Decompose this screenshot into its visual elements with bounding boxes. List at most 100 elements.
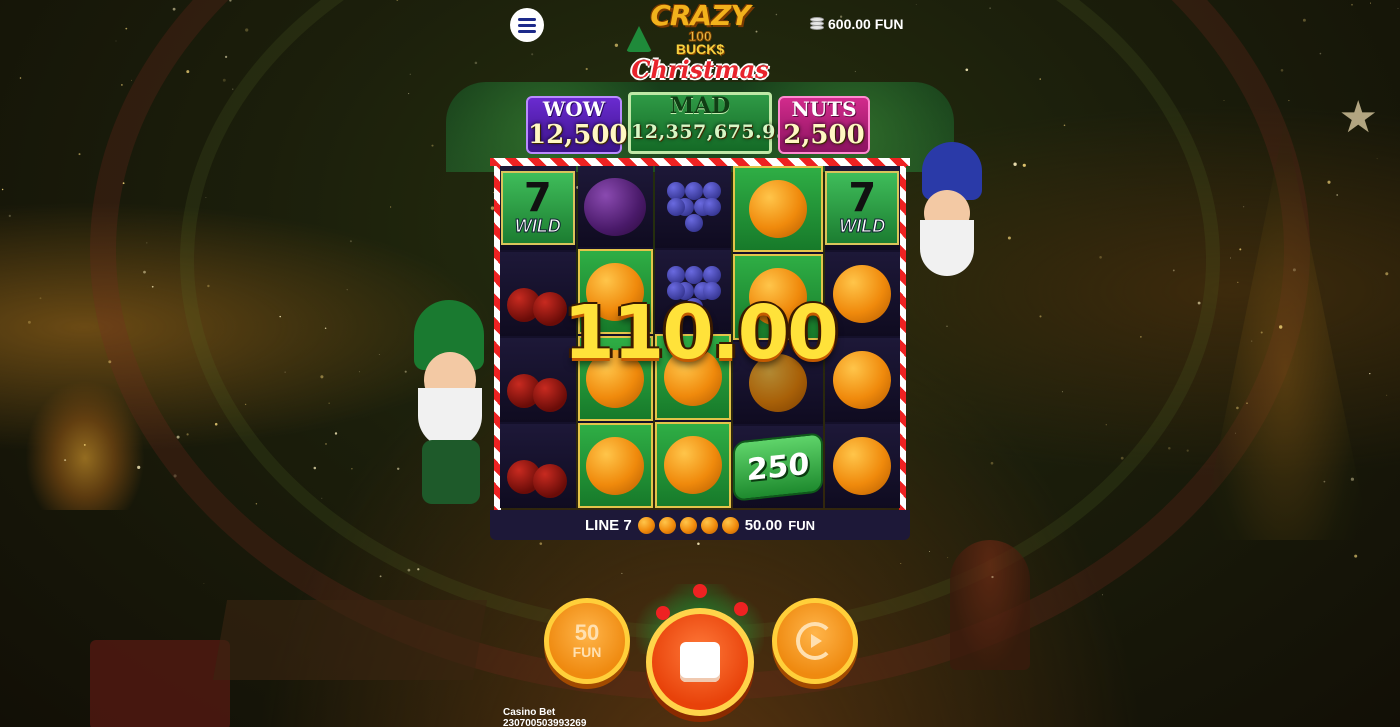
bet-currency: FUN (572, 644, 602, 660)
payline-info: LINE 7 50.00 FUN (490, 510, 910, 540)
sparkle-dot (1385, 272, 1389, 276)
jackpot-mad-label: MAD (669, 93, 731, 119)
holly-berry (693, 584, 707, 598)
casino-label: Casino Bet (503, 707, 556, 718)
stop-icon (680, 642, 720, 682)
sparkle-dot (1369, 372, 1371, 375)
reel-cell (655, 422, 731, 508)
sparkle-dot (19, 77, 22, 79)
reel-cell (824, 424, 900, 508)
coin-stack-icon (810, 17, 824, 31)
hamburger-icon-bar (518, 17, 536, 21)
menu-button[interactable] (510, 8, 544, 42)
background-workbench (212, 600, 488, 680)
sparkle-dot (1, 188, 4, 191)
orange-symbol-icon (586, 436, 645, 495)
elf-left-character (410, 300, 490, 510)
payline-label: LINE 7 (585, 516, 632, 534)
background-carousel-toy (950, 540, 1030, 670)
mini-orange-icon (721, 516, 739, 534)
sparkle-dot (78, 153, 81, 156)
sparkle-dot (1386, 394, 1388, 396)
sparkle-dot (1397, 8, 1399, 9)
background-fireplace-glow (25, 380, 145, 510)
background-gift (90, 640, 230, 727)
reel-cell (577, 423, 653, 508)
tree-star-icon: ★ (1338, 93, 1378, 142)
round-id: 230700503993269 (503, 718, 587, 727)
jackpot-wow-label: WOW (542, 97, 606, 121)
wild-seven-text: 7 (523, 174, 552, 221)
jackpot-nuts: NUTS 2,500 (778, 96, 870, 154)
reel-cell (655, 166, 731, 248)
footer-info: Casino Bet 230700503993269 (503, 707, 586, 727)
hamburger-icon-bar (518, 29, 536, 33)
reel-cell: 7 WILD (824, 166, 900, 250)
sparkle-dot (8, 214, 11, 218)
sparkle-dot (1288, 100, 1290, 102)
autoplay-button[interactable] (772, 598, 858, 684)
sparkle-dot (203, 583, 205, 584)
grapes-symbol-icon (663, 176, 723, 238)
sparkle-dot (125, 27, 128, 30)
payline-currency: FUN (788, 517, 815, 533)
jackpot-wow: WOW 12,500 (526, 96, 628, 154)
cash-stack-symbol-icon: 250 (732, 432, 823, 502)
sparkle-dot (121, 84, 123, 86)
jackpot-nuts-value: 2,500 (783, 120, 865, 150)
jackpot-nuts-label: NUTS (791, 97, 857, 121)
reel-cell: 250 (732, 426, 823, 508)
logo-christmas-text: Christmas (631, 55, 769, 84)
sparkle-dot (1319, 52, 1322, 55)
wild-symbol-icon: 7 WILD (500, 171, 575, 245)
sparkle-dot (1101, 594, 1103, 596)
elf-body (422, 440, 480, 504)
mini-orange-icon (658, 516, 676, 534)
elf-beard (920, 220, 974, 276)
win-amount: 110.00 (563, 290, 839, 376)
payline-symbols (637, 516, 739, 534)
reel-cell (577, 166, 653, 247)
wild-label-text: WILD (839, 215, 886, 236)
autoplay-icon (796, 622, 834, 660)
sparkle-dot (1376, 158, 1378, 160)
stop-spin-button[interactable] (646, 608, 754, 716)
elf-beard (418, 388, 482, 448)
orange-symbol-icon (833, 437, 892, 495)
orange-symbol-icon (833, 351, 892, 409)
game-logo: CRAZY 100 BUCK$ Christmas (626, 2, 770, 90)
sparkle-dot (27, 320, 31, 324)
sparkle-dot (1280, 69, 1284, 72)
bet-value: 50 (574, 620, 600, 645)
wild-label-text: WILD (514, 215, 561, 236)
sparkle-dot (1370, 2, 1372, 4)
orange-symbol-icon (663, 436, 722, 494)
jackpot-mad-value: 12,357,675.95 (631, 121, 790, 143)
holly-berry (734, 602, 748, 616)
sparkle-dot (1336, 194, 1339, 196)
reel-cell: 7 WILD (500, 166, 576, 250)
candy-cane-border-top (490, 158, 910, 166)
sparkle-dot (1351, 3, 1353, 6)
hamburger-icon-bar (518, 23, 536, 27)
reel-cell (500, 424, 576, 508)
logo-bucks-text: BUCK$ (675, 41, 725, 57)
wild-seven-text: 7 (848, 174, 877, 221)
sparkle-dot (1354, 554, 1358, 558)
sparkle-dot (115, 40, 117, 42)
sparkle-dot (1327, 180, 1331, 184)
orange-symbol-icon (833, 265, 892, 323)
mini-orange-icon (700, 516, 718, 534)
mini-orange-icon (637, 516, 655, 534)
payline-amount: 50.00 (744, 516, 783, 534)
cherries-symbol-icon (505, 434, 571, 498)
balance-value: 600.00 FUN (828, 16, 904, 32)
jackpot-wow-value: 12,500 (528, 120, 628, 150)
jackpot-mad: MAD 12,357,675.95 (628, 92, 790, 154)
sparkle-dot (131, 79, 132, 81)
sparkle-dot (1302, 18, 1306, 22)
sparkle-dot (172, 7, 176, 11)
wild-symbol-icon: 7 WILD (825, 171, 900, 245)
reel-cell (732, 166, 823, 252)
bet-button[interactable]: 50 FUN (544, 598, 630, 684)
